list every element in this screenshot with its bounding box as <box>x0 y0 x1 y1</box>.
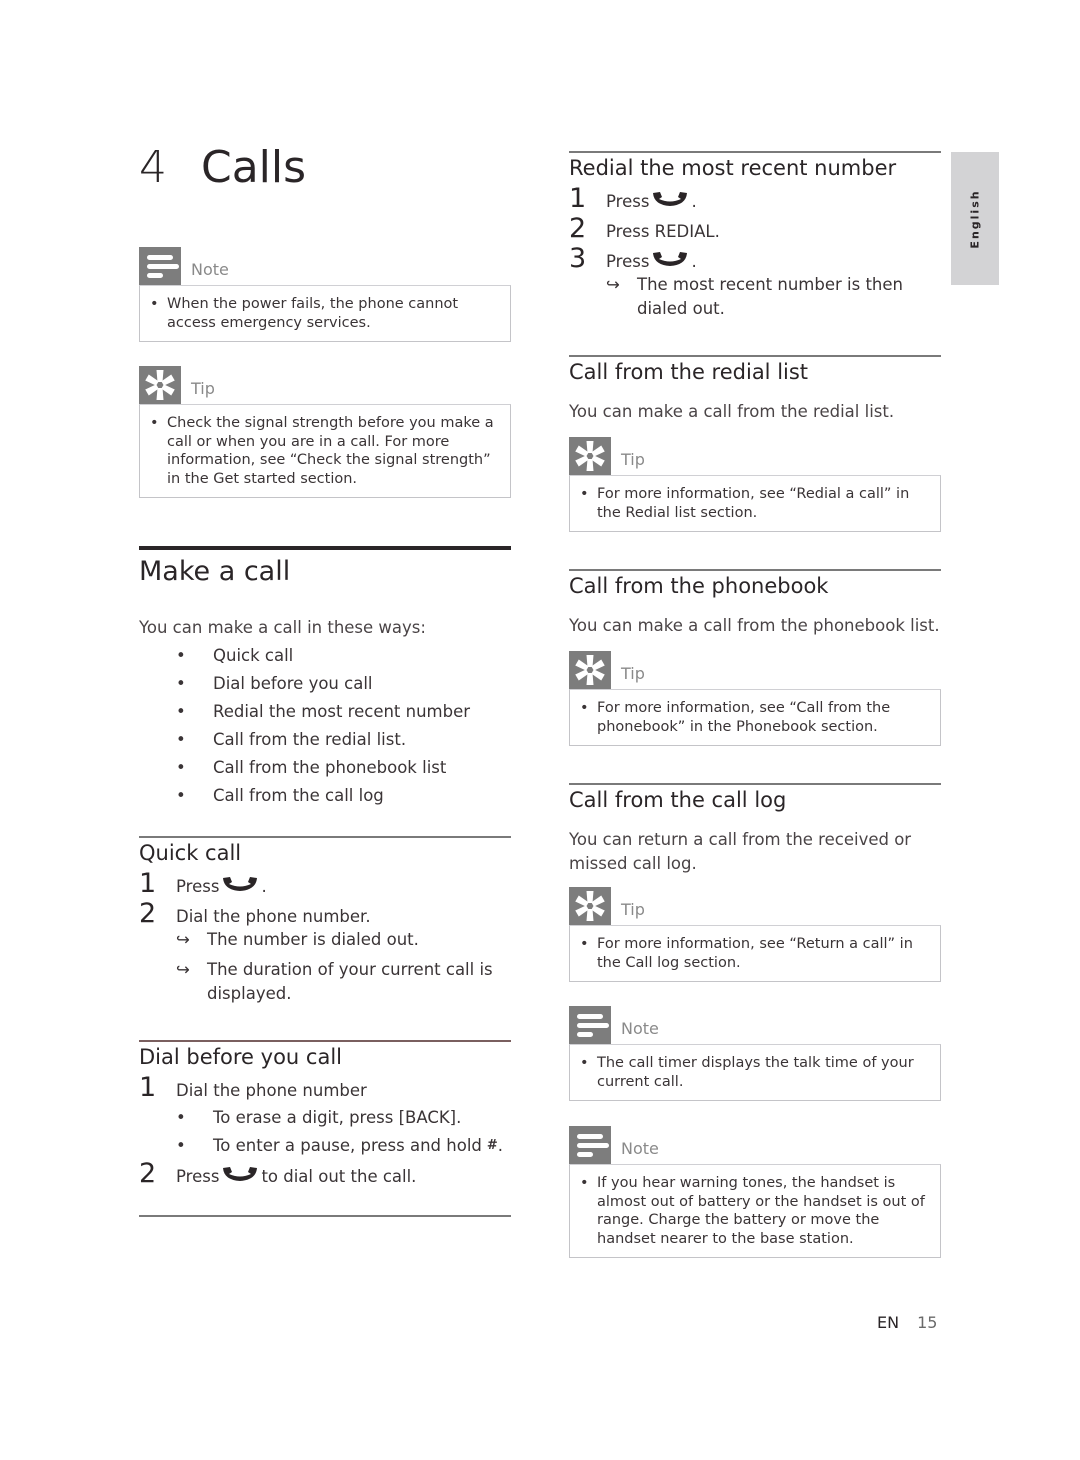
redial-steps: 1 Press . 2 Press REDIAL. 3 Press . <box>569 184 941 274</box>
tip-box: Tip • For more information, see “Return a… <box>569 887 941 982</box>
tip-icon <box>569 887 611 925</box>
note-box: Note • When the power fails, the phone ca… <box>139 247 511 342</box>
section-title-dial-before: Dial before you call <box>139 1045 342 1069</box>
tip-icon <box>569 651 611 689</box>
step: 2 Press to dial out the call. <box>139 1158 417 1189</box>
quick-call-steps: 1 Press . 2 Dial the phone number. <box>139 869 511 929</box>
language-tab-label: English <box>968 188 982 249</box>
section-divider <box>139 836 511 838</box>
section-divider <box>569 151 941 153</box>
result-arrow-icon: ↪ <box>606 275 620 294</box>
result-arrow-icon: ↪ <box>176 930 190 949</box>
tip-text: Check the signal strength before you mak… <box>167 415 494 487</box>
dial-before-step2: 2 Press to dial out the call. <box>139 1159 511 1189</box>
list-item: • Call from the call log <box>176 786 384 805</box>
result-item: ↪ The duration of your current call is di… <box>176 958 496 1006</box>
section-divider <box>139 546 511 550</box>
section-title-call-log: Call from the call log <box>569 788 787 812</box>
talk-key-icon <box>652 251 688 267</box>
section-divider <box>569 569 941 571</box>
footer-language: EN <box>877 1313 900 1332</box>
tip-icon <box>569 437 611 475</box>
note-label: Note <box>191 260 229 279</box>
step: 1 Press . <box>139 868 267 899</box>
tip-box: Tip • Check the signal strength before yo… <box>139 366 511 498</box>
tip-box: Tip • For more information, see “Redial a… <box>569 437 941 532</box>
list-item: • Dial before you call <box>176 674 373 693</box>
phonebook-intro: You can make a call from the phonebook l… <box>569 616 940 635</box>
section-title-redial: Redial the most recent number <box>569 156 897 180</box>
step: 1 Dial the phone number <box>139 1072 367 1103</box>
list-item: • Call from the redial list. <box>176 730 407 749</box>
dial-before-bullets: • To erase a digit, press [BACK]. • To ent… <box>176 1104 516 1160</box>
note-icon <box>569 1126 611 1164</box>
note-box: Note • If you hear warning tones, the han… <box>569 1126 941 1258</box>
list-item: • To erase a digit, press [BACK]. <box>176 1108 462 1127</box>
section-divider <box>569 783 941 785</box>
list-item: • Quick call <box>176 646 294 665</box>
note-box: Note • The call timer displays the talk t… <box>569 1006 941 1101</box>
section-title-phonebook: Call from the phonebook <box>569 574 829 598</box>
redial-result: ↪ The most recent number is then dialed o… <box>606 273 946 321</box>
chapter-number: 4 <box>139 142 167 193</box>
step: 2 Dial the phone number. <box>139 898 371 929</box>
list-item: • Call from the phonebook list <box>176 758 447 777</box>
quick-call-results: ↪ The number is dialed out. ↪ The duration… <box>176 928 496 1006</box>
pause-key-icon: # <box>486 1138 498 1153</box>
tip-icon <box>139 366 181 404</box>
section-divider <box>569 355 941 357</box>
list-item: • To enter a pause, press and hold #. <box>176 1132 516 1160</box>
result-item: ↪ The number is dialed out. <box>176 928 496 952</box>
step: 3 Press . <box>569 243 697 274</box>
section-divider <box>139 1215 511 1217</box>
talk-key-icon <box>652 191 688 207</box>
talk-key-icon <box>222 876 258 892</box>
page-footer: EN 15 <box>877 1313 937 1332</box>
dial-before-steps: 1 Dial the phone number <box>139 1073 511 1103</box>
tip-label: Tip <box>191 379 215 398</box>
tip-box: Tip • For more information, see “Call fro… <box>569 651 941 746</box>
note-icon <box>139 247 181 285</box>
section-title-make-a-call: Make a call <box>139 556 291 587</box>
step: 1 Press . <box>569 183 697 214</box>
section-title-redial-list: Call from the redial list <box>569 360 809 384</box>
section-title-quick-call: Quick call <box>139 841 242 865</box>
chapter-title: Calls <box>201 142 307 193</box>
result-arrow-icon: ↪ <box>176 960 190 979</box>
result-item: ↪ The most recent number is then dialed o… <box>606 273 946 321</box>
language-tab: English <box>951 152 999 285</box>
step: 2 Press REDIAL. <box>569 213 720 244</box>
make-call-intro: You can make a call in these ways: <box>139 618 426 637</box>
ways-list: • Quick call • Dial before you call • Redia… <box>176 642 516 810</box>
section-divider <box>139 1040 511 1042</box>
note-icon <box>569 1006 611 1044</box>
call-log-intro: You can return a call from the received … <box>569 830 912 873</box>
page-number: 15 <box>917 1313 938 1332</box>
redial-list-intro: You can make a call from the redial list… <box>569 402 895 421</box>
note-text: When the power fails, the phone cannot a… <box>167 296 459 331</box>
list-item: • Redial the most recent number <box>176 702 471 721</box>
talk-key-icon <box>222 1166 258 1182</box>
